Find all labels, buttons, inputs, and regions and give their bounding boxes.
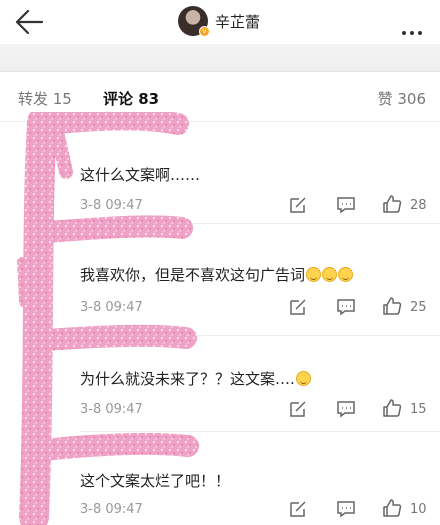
sleep-emoji-icon [338,267,354,282]
comment-icon[interactable] [336,499,356,519]
comment-icon[interactable] [336,195,356,215]
verified-badge-icon: v [199,26,210,37]
sleep-emoji-icon [322,267,338,282]
top-bar: v 辛芷蕾 [0,0,440,44]
edit-icon[interactable] [288,499,308,519]
tab-bar: 转发 15 评论 83 赞 306 [0,72,440,122]
comment-text-body: 为什么就没未来了？？这文案…. [80,370,295,388]
comment-time: 3-8 09:47 [80,300,143,315]
like-icon[interactable] [382,194,402,214]
edit-icon[interactable] [288,399,308,419]
edit-icon[interactable] [288,297,308,317]
sleep-emoji-icon [306,267,322,282]
comment-icon[interactable] [336,399,356,419]
edit-icon[interactable] [288,195,308,215]
tab-repost[interactable]: 转发 15 [18,88,72,109]
comment-item: 这什么文案啊…… 3-8 09:47 28 [0,122,440,224]
like-icon[interactable] [382,398,402,418]
like-count: 28 [410,198,427,213]
comment-text-body: 我喜欢你，但是不喜欢这句广告词 [80,266,306,284]
like-count: 10 [410,502,427,517]
like-icon[interactable] [382,296,402,316]
comment-item: 这个文案太烂了吧！！ 3-8 09:47 10 [0,432,440,525]
like-count: 15 [410,402,427,417]
comment-text: 这什么文案啊…… [80,166,201,184]
comment-time: 3-8 09:47 [80,198,143,213]
comment-text: 我喜欢你，但是不喜欢这句广告词 [80,264,354,285]
tab-likes[interactable]: 赞 306 [378,88,426,109]
comment-item: 我喜欢你，但是不喜欢这句广告词 3-8 09:47 25 [0,224,440,336]
tab-comments[interactable]: 评论 83 [103,88,159,109]
comment-icon[interactable] [336,297,356,317]
comment-text: 为什么就没未来了？？这文案…. [80,368,311,389]
comment-item: 为什么就没未来了？？这文案…. 3-8 09:47 15 [0,336,440,432]
like-icon[interactable] [382,498,402,518]
section-gap [0,44,440,72]
user-name[interactable]: 辛芷蕾 [215,11,260,32]
like-count: 25 [410,300,427,315]
back-arrow-icon[interactable] [14,8,44,36]
active-tab-indicator [113,116,153,119]
comment-time: 3-8 09:47 [80,402,143,417]
dizzy-emoji-icon [295,371,311,386]
more-dots-icon[interactable] [402,20,426,35]
comment-time: 3-8 09:47 [80,502,143,517]
comment-text: 这个文案太烂了吧！！ [80,472,231,490]
